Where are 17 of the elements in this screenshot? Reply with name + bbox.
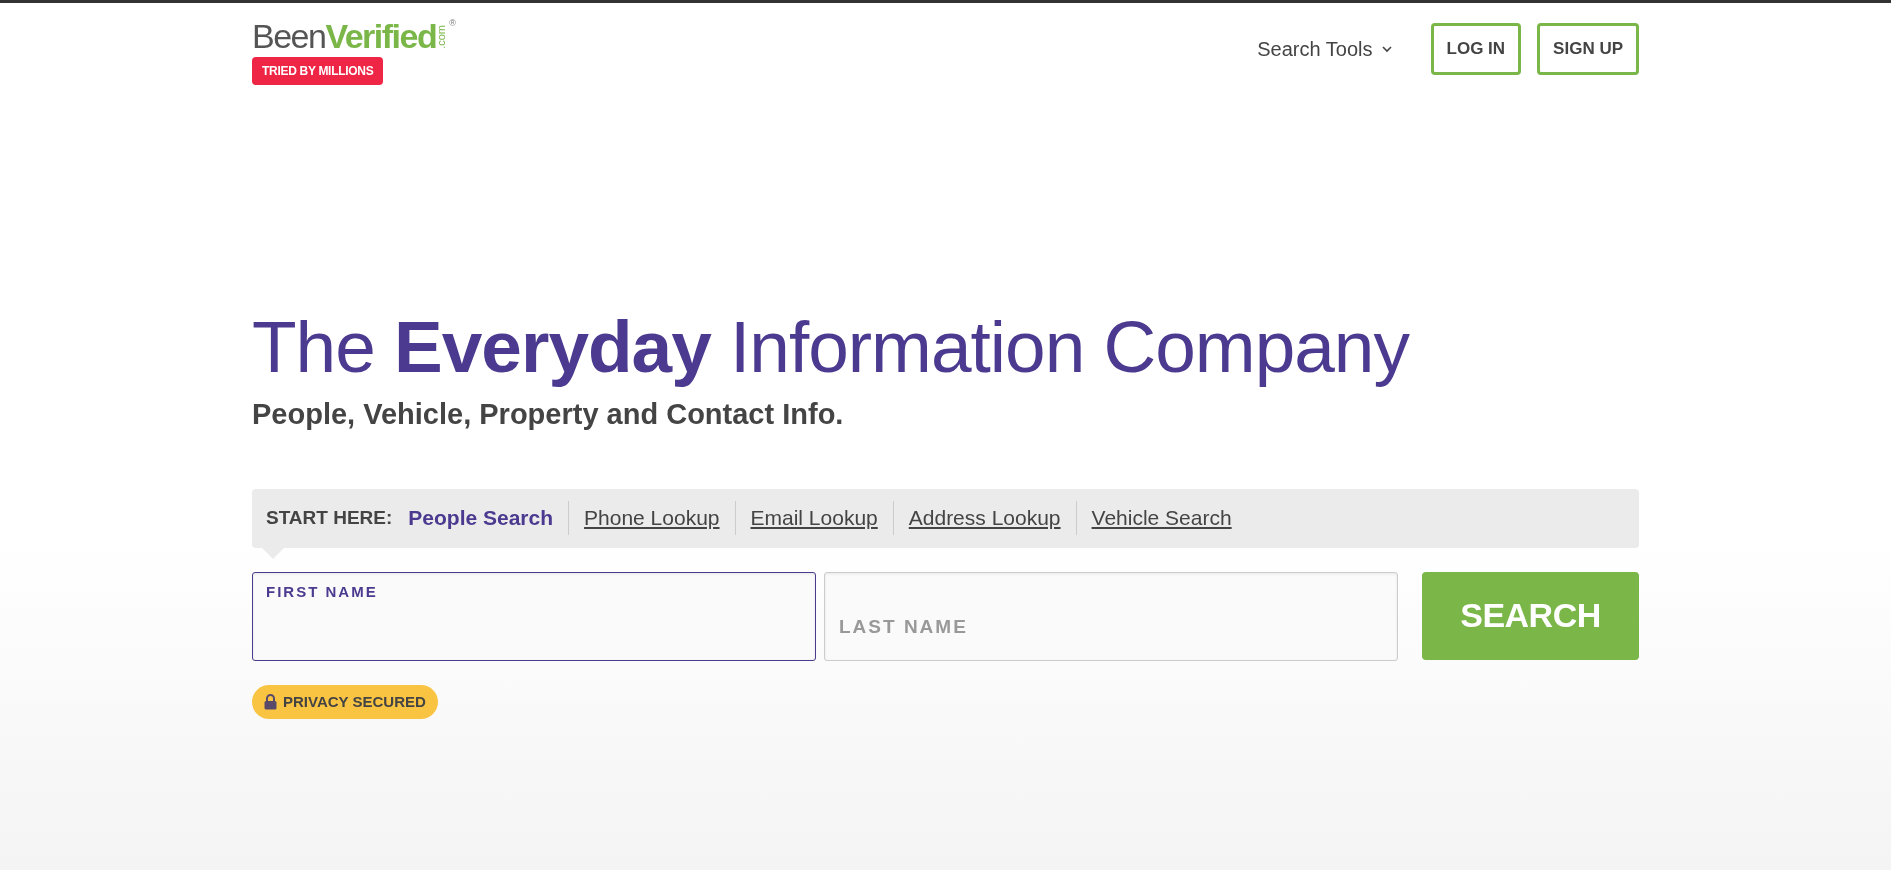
- search-tools-menu[interactable]: Search Tools: [1251, 32, 1399, 65]
- name-field[interactable]: [252, 571, 816, 661]
- field-label: FIRST NAME: [266, 581, 378, 602]
- logo[interactable]: BeenVerified .com ®: [252, 19, 455, 53]
- log-in-button[interactable]: LOG IN: [1430, 23, 1522, 75]
- lock-icon: [264, 694, 277, 711]
- privacy-text: PRIVACY SECURED: [283, 691, 426, 712]
- search-tab[interactable]: People Search: [408, 501, 569, 536]
- search-tab[interactable]: Email Lookup: [734, 501, 893, 536]
- hero-subtitle: People, Vehicle, Property and Contact Info.: [252, 397, 845, 433]
- search-tab[interactable]: Phone Lookup: [568, 501, 735, 536]
- sign-up-button[interactable]: SIGN UP: [1537, 23, 1639, 75]
- search-tab[interactable]: Address Lookup: [892, 501, 1076, 536]
- search-tab[interactable]: Vehicle Search: [1075, 501, 1247, 536]
- logo-badge: TRIED BY MILLIONS: [252, 57, 384, 85]
- start-here-label: START HERE:: [266, 506, 393, 531]
- hero-title: The Everyday Information Company: [252, 307, 1411, 388]
